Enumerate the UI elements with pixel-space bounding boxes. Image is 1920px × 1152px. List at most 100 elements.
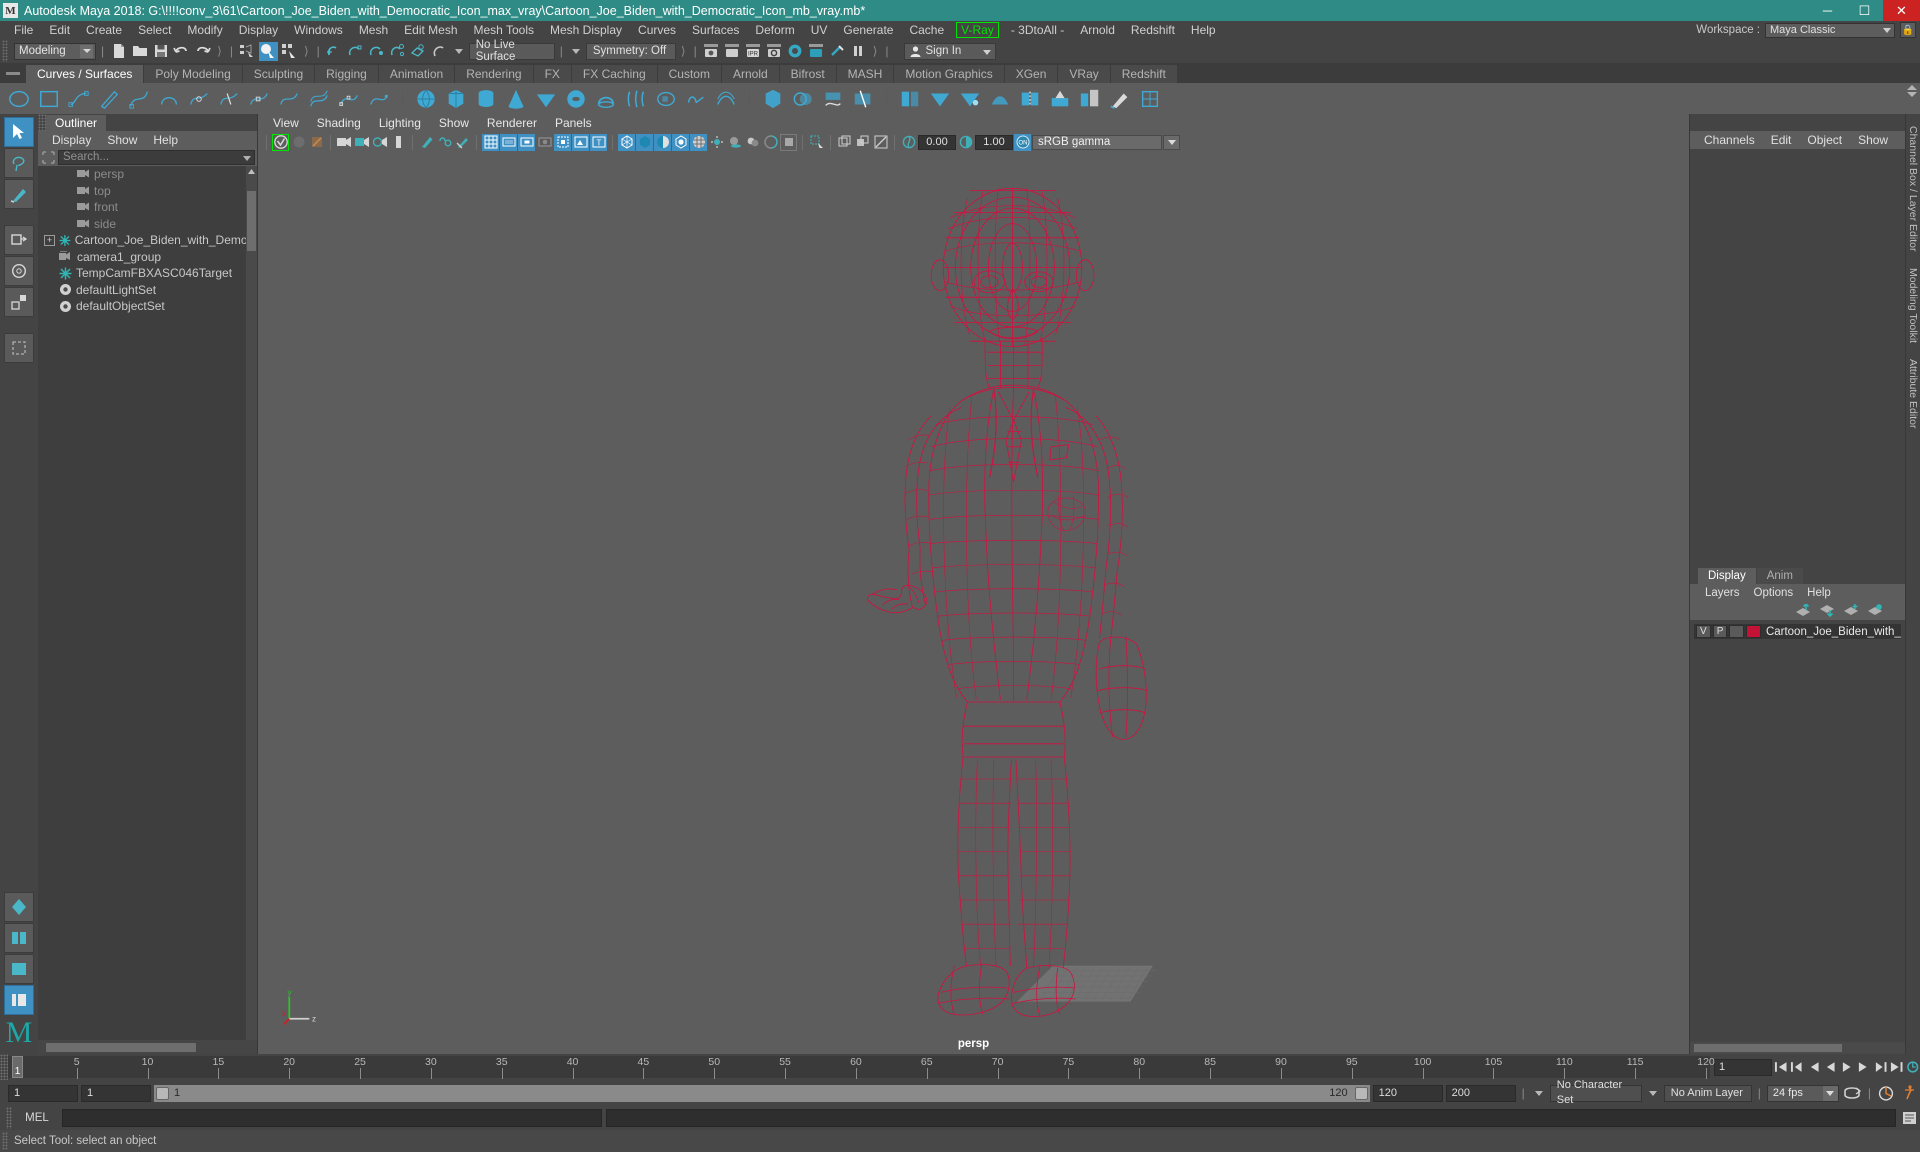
shelf-tab-custom[interactable]: Custom [658, 65, 721, 83]
step-back-frame-icon[interactable] [1807, 1060, 1821, 1074]
chevron-down-icon[interactable] [243, 156, 251, 161]
menu-help[interactable]: Help [1183, 21, 1224, 39]
rebuild-surface-icon[interactable] [1139, 88, 1161, 110]
render-settings-icon[interactable] [765, 42, 784, 61]
scrollbar-thumb[interactable] [46, 1043, 196, 1052]
wireframe-shading-icon[interactable] [618, 134, 635, 151]
motion-blur-icon[interactable] [780, 134, 797, 151]
scroll-up-icon[interactable] [246, 166, 257, 177]
nurbs-circle-icon[interactable] [8, 88, 30, 110]
outliner-item-persp[interactable]: persp [38, 166, 257, 183]
menu-generate[interactable]: Generate [835, 21, 901, 39]
image-plane-icon[interactable] [390, 134, 407, 151]
step-back-keyframe-icon[interactable] [1790, 1060, 1804, 1074]
sign-in-button[interactable]: Sign In [904, 43, 996, 60]
new-layer-icon[interactable] [1844, 604, 1859, 617]
shelf-tab-mash[interactable]: MASH [837, 65, 894, 83]
project-curve-icon[interactable] [822, 88, 844, 110]
menu-surfaces[interactable]: Surfaces [684, 21, 747, 39]
quick-layout-two-pane-button[interactable] [4, 923, 34, 953]
go-to-start-icon[interactable] [1774, 1060, 1788, 1074]
play-forwards-icon[interactable] [1840, 1060, 1854, 1074]
surface-fillet-icon[interactable] [899, 88, 921, 110]
time-slider-grip[interactable] [0, 1054, 8, 1080]
shelf-tab-motion-graphics[interactable]: Motion Graphics [894, 65, 1003, 83]
channelbox-menu-object[interactable]: Object [1799, 133, 1850, 147]
extend-curve-icon[interactable] [278, 88, 300, 110]
animation-preferences-icon[interactable] [1900, 1085, 1920, 1102]
range-start-handle[interactable] [156, 1087, 169, 1100]
xray-joints-icon[interactable] [854, 134, 871, 151]
go-to-end-icon[interactable] [1889, 1060, 1903, 1074]
arc-tool-icon[interactable] [158, 88, 180, 110]
field-chart-icon[interactable] [554, 134, 571, 151]
outliner-item-default-object-set[interactable]: defaultObjectSet [38, 298, 257, 315]
nurbs-cube-icon[interactable] [445, 88, 467, 110]
menu-deform[interactable]: Deform [747, 21, 802, 39]
make-live-icon[interactable] [430, 42, 449, 61]
menu-mesh-tools[interactable]: Mesh Tools [466, 21, 542, 39]
anim-end-field[interactable]: 200 [1446, 1085, 1516, 1102]
anti-alias-icon[interactable] [762, 134, 779, 151]
maximize-button[interactable]: ☐ [1846, 0, 1883, 21]
scale-tool-button[interactable] [4, 287, 34, 317]
open-scene-icon[interactable] [130, 42, 149, 61]
lock-workspace-icon[interactable]: 🔒 [1900, 22, 1916, 38]
layer-playback-toggle[interactable]: P [1713, 625, 1728, 638]
render-current-frame-icon[interactable] [702, 42, 721, 61]
menu-edit[interactable]: Edit [41, 21, 78, 39]
select-tool-button[interactable] [4, 117, 34, 147]
camera-settings-icon[interactable] [372, 134, 389, 151]
lasso-tool-button[interactable] [4, 148, 34, 178]
exposure-field[interactable]: 0.00 [918, 135, 956, 150]
gamma-icon[interactable] [957, 134, 974, 151]
xray-icon[interactable] [836, 134, 853, 151]
scrollbar-thumb[interactable] [1694, 1044, 1842, 1052]
render-view-icon[interactable] [807, 42, 826, 61]
viewport-3d-canvas[interactable]: y z x persp [258, 152, 1689, 1054]
current-frame-field[interactable]: 1 [1714, 1059, 1772, 1076]
move-layer-down-icon[interactable] [1820, 604, 1835, 617]
safe-title-icon[interactable]: T [590, 134, 607, 151]
outliner-menu-display[interactable]: Display [44, 133, 99, 147]
shelf-tab-redshift[interactable]: Redshift [1111, 65, 1177, 83]
playback-speed-combo[interactable]: 24 fps [1767, 1085, 1839, 1102]
menu-mesh-display[interactable]: Mesh Display [542, 21, 630, 39]
rotate-tool-button[interactable] [4, 256, 34, 286]
chevron-down-icon[interactable] [1823, 1086, 1838, 1101]
ipr-render-icon[interactable]: IPR [744, 42, 763, 61]
grease-pencil-icon[interactable] [436, 134, 453, 151]
outliner-item-tempcam-target[interactable]: TempCamFBXASC046Target [38, 265, 257, 282]
menu-curves[interactable]: Curves [630, 21, 684, 39]
use-default-material-icon[interactable] [672, 134, 689, 151]
use-all-lights-icon[interactable] [708, 134, 725, 151]
outliner-item-default-light-set[interactable]: defaultLightSet [38, 282, 257, 299]
nurbs-torus-icon[interactable] [565, 88, 587, 110]
minimize-button[interactable]: ─ [1809, 0, 1846, 21]
channelbox-menu-edit[interactable]: Edit [1763, 133, 1800, 147]
viewport-menu-shading[interactable]: Shading [308, 116, 370, 130]
hypershade-icon[interactable] [786, 42, 805, 61]
shelf-tab-curves-surfaces[interactable]: Curves / Surfaces [26, 65, 143, 83]
menu-arnold[interactable]: Arnold [1072, 21, 1123, 39]
quick-layout-single-button[interactable] [4, 954, 34, 984]
anim-start-field[interactable]: 1 [8, 1085, 78, 1102]
attach-curves-icon[interactable] [188, 88, 210, 110]
command-input-field[interactable] [62, 1109, 602, 1127]
layers-menu-layers[interactable]: Layers [1698, 587, 1747, 599]
symmetry-field[interactable]: Symmetry: Off [586, 43, 676, 60]
outliner-menu-show[interactable]: Show [99, 133, 145, 147]
snap-to-grid-icon[interactable] [325, 42, 344, 61]
camera-attributes-icon[interactable] [336, 134, 353, 151]
select-by-object-icon[interactable] [259, 42, 278, 61]
channelbox-menu-channels[interactable]: Channels [1696, 133, 1763, 147]
outliner-grip[interactable] [38, 114, 46, 131]
filter-icon[interactable] [40, 150, 56, 165]
current-time-indicator[interactable]: 1 [12, 1056, 23, 1078]
insert-knot-icon[interactable] [248, 88, 270, 110]
color-management-toggle-icon[interactable]: ON [1014, 134, 1031, 151]
color-space-combo[interactable]: sRGB gamma [1032, 135, 1162, 150]
workspace-combo[interactable]: Maya Classic [1765, 23, 1895, 38]
auto-keyframe-icon[interactable] [1877, 1085, 1897, 1102]
quick-layout-four-view-button[interactable] [4, 892, 34, 922]
